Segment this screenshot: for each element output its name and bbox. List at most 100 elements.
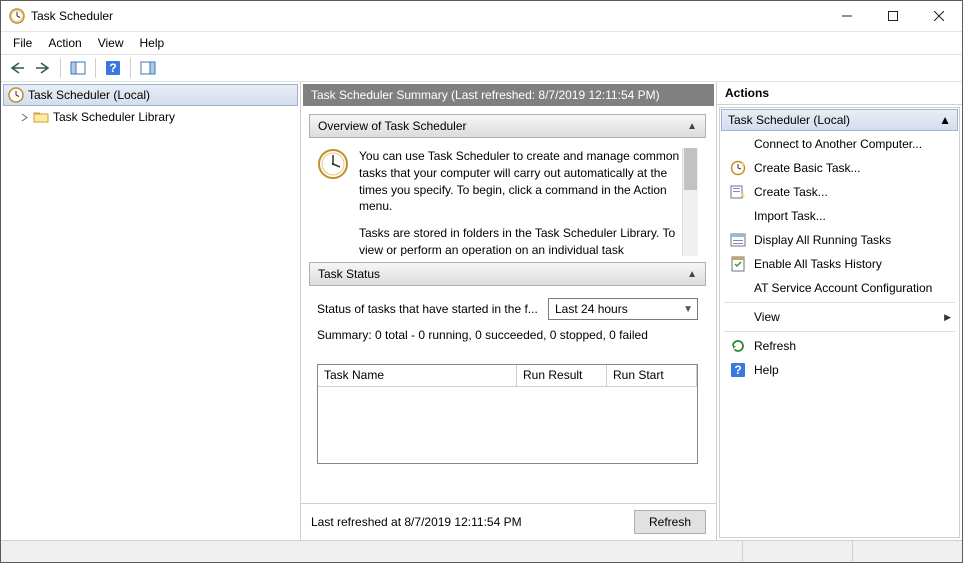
actions-section-label: Task Scheduler (Local) [728, 113, 850, 127]
summary-scroll-area[interactable]: Overview of Task Scheduler ▲ You can use… [303, 108, 714, 503]
action-item-create-basic-task[interactable]: Create Basic Task... [720, 156, 959, 180]
action-item-display-all-running-tasks[interactable]: Display All Running Tasks [720, 228, 959, 252]
overview-content: You can use Task Scheduler to create and… [303, 142, 712, 256]
status-filter-label: Status of tasks that have started in the… [317, 302, 540, 316]
blank-icon [730, 208, 746, 224]
svg-text:?: ? [109, 61, 116, 75]
action-item-enable-all-tasks-history[interactable]: Enable All Tasks History [720, 252, 959, 276]
menu-view[interactable]: View [90, 34, 132, 52]
overview-paragraph-1: You can use Task Scheduler to create and… [359, 148, 698, 215]
menubar: File Action View Help [1, 32, 962, 54]
action-item-import-task[interactable]: Import Task... [720, 204, 959, 228]
actions-pane-title: Actions [717, 82, 962, 105]
overview-text: You can use Task Scheduler to create and… [359, 148, 698, 256]
summary-header: Task Scheduler Summary (Last refreshed: … [303, 84, 714, 106]
last-refreshed-label: Last refreshed at 8/7/2019 12:11:54 PM [311, 515, 522, 529]
chevron-up-icon: ▲ [687, 269, 697, 280]
action-item-label: Connect to Another Computer... [754, 137, 951, 151]
time-range-value: Last 24 hours [555, 302, 628, 316]
actions-pane: Actions Task Scheduler (Local) ▲ Connect… [716, 82, 962, 540]
task-status-filter-row: Status of tasks that have started in the… [303, 290, 712, 322]
summary-body: Overview of Task Scheduler ▲ You can use… [303, 108, 714, 503]
center-footer: Last refreshed at 8/7/2019 12:11:54 PM R… [301, 503, 716, 540]
action-item-label: Help [754, 363, 951, 377]
tree-library-label: Task Scheduler Library [53, 110, 175, 124]
window-controls [824, 1, 962, 31]
tree-root-label: Task Scheduler (Local) [28, 88, 150, 102]
create-task-icon [730, 184, 746, 200]
statusbar-cell [742, 541, 852, 562]
action-item-create-task[interactable]: Create Task... [720, 180, 959, 204]
tree-library-node[interactable]: Task Scheduler Library [1, 108, 300, 126]
action-item-label: View [754, 310, 936, 324]
expand-toggle-icon[interactable] [19, 112, 29, 122]
show-action-pane-button[interactable] [136, 57, 160, 79]
action-item-label: AT Service Account Configuration [754, 281, 951, 295]
refresh-button[interactable]: Refresh [634, 510, 706, 534]
close-button[interactable] [916, 1, 962, 31]
minimize-button[interactable] [824, 1, 870, 31]
col-task-name[interactable]: Task Name [318, 365, 517, 387]
chevron-up-icon: ▲ [687, 121, 697, 132]
chevron-up-icon: ▲ [939, 113, 951, 127]
action-item-at-service-account-configuration[interactable]: AT Service Account Configuration [720, 276, 959, 300]
clock-icon [317, 148, 349, 180]
chevron-right-icon: ▶ [944, 312, 951, 323]
app-clock-icon [8, 87, 24, 103]
action-item-label: Create Basic Task... [754, 161, 951, 175]
chevron-down-icon: ▼ [683, 304, 693, 315]
window-title: Task Scheduler [31, 9, 824, 23]
action-separator [724, 302, 955, 303]
nav-forward-button[interactable] [31, 57, 55, 79]
maximize-button[interactable] [870, 1, 916, 31]
app-clock-icon [9, 8, 25, 24]
running-icon [730, 232, 746, 248]
toolbar-separator [60, 58, 61, 78]
actions-section-header[interactable]: Task Scheduler (Local) ▲ [721, 109, 958, 131]
task-status-grid[interactable]: Task Name Run Result Run Start [317, 364, 698, 464]
blank-icon [730, 280, 746, 296]
tree-root-node[interactable]: Task Scheduler (Local) [3, 84, 298, 106]
menu-action[interactable]: Action [40, 34, 89, 52]
folder-icon [33, 110, 49, 124]
help-icon: ? [730, 362, 746, 378]
task-scheduler-window: Task Scheduler File Action View Help ? [0, 0, 963, 563]
col-run-result[interactable]: Run Result [517, 365, 607, 387]
overview-section-header[interactable]: Overview of Task Scheduler ▲ [309, 114, 706, 138]
history-icon [730, 256, 746, 272]
scrollbar-thumb[interactable] [684, 148, 697, 190]
action-item-label: Create Task... [754, 185, 951, 199]
help-button[interactable]: ? [101, 57, 125, 79]
action-item-view[interactable]: View ▶ [720, 305, 959, 329]
svg-text:?: ? [734, 363, 741, 377]
action-item-label: Import Task... [754, 209, 951, 223]
show-hide-tree-button[interactable] [66, 57, 90, 79]
overview-scrollbar[interactable] [682, 148, 698, 256]
create-basic-icon [730, 160, 746, 176]
statusbar-cell [852, 541, 962, 562]
task-status-section-header[interactable]: Task Status ▲ [309, 262, 706, 286]
center-pane: Task Scheduler Summary (Last refreshed: … [301, 82, 716, 540]
action-item-help[interactable]: ? Help [720, 358, 959, 382]
toolbar: ? [1, 54, 962, 82]
blank-icon [730, 136, 746, 152]
action-item-label: Refresh [754, 339, 951, 353]
overview-title: Overview of Task Scheduler [318, 119, 467, 133]
main-body: Task Scheduler (Local) Task Scheduler Li… [1, 82, 962, 540]
action-item-refresh[interactable]: Refresh [720, 334, 959, 358]
nav-back-button[interactable] [5, 57, 29, 79]
col-run-start[interactable]: Run Start [607, 365, 697, 387]
actions-list: Task Scheduler (Local) ▲ Connect to Anot… [719, 107, 960, 538]
action-separator [724, 331, 955, 332]
time-range-dropdown[interactable]: Last 24 hours ▼ [548, 298, 698, 320]
menu-file[interactable]: File [5, 34, 40, 52]
console-tree: Task Scheduler (Local) Task Scheduler Li… [1, 82, 301, 540]
statusbar [1, 540, 962, 562]
action-item-label: Enable All Tasks History [754, 257, 951, 271]
statusbar-cell [1, 541, 742, 562]
refresh-icon [730, 338, 746, 354]
task-status-title: Task Status [318, 267, 380, 281]
overview-paragraph-2: Tasks are stored in folders in the Task … [359, 225, 698, 256]
menu-help[interactable]: Help [132, 34, 173, 52]
action-item-connect-to-another-computer[interactable]: Connect to Another Computer... [720, 132, 959, 156]
